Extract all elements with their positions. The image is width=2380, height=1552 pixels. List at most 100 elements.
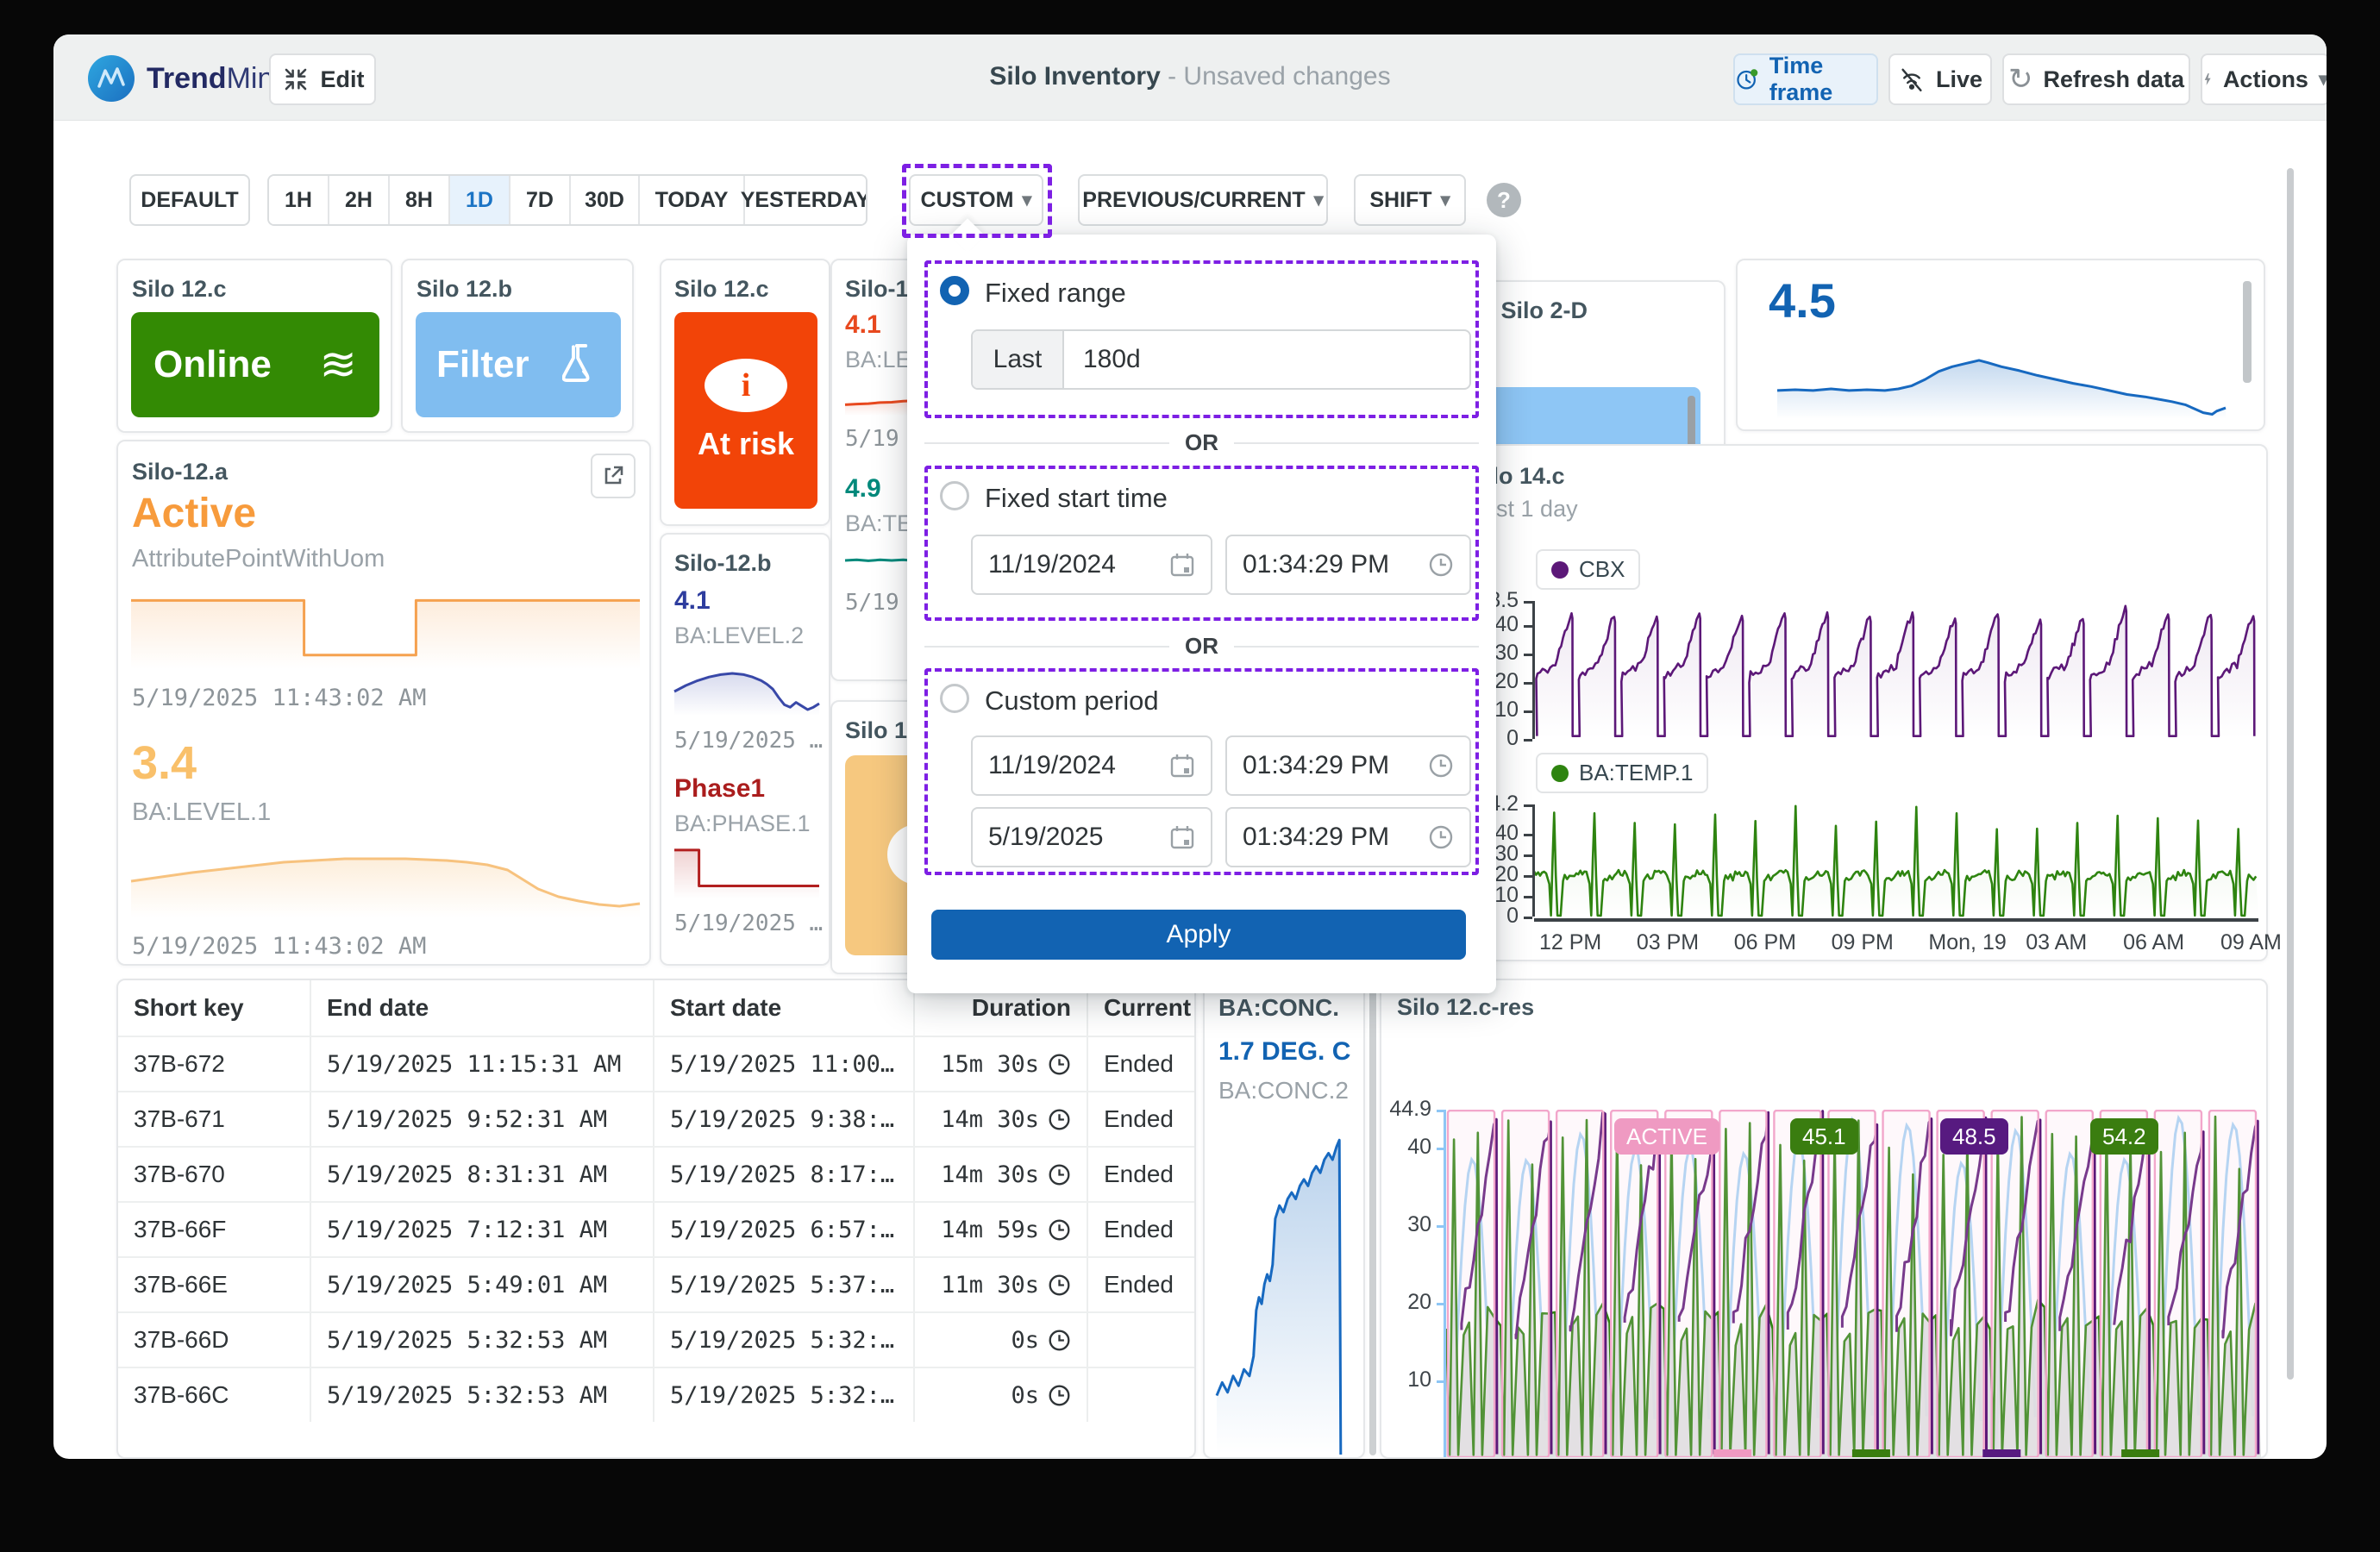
x-tick-label: Mon, 19: [1928, 930, 2006, 955]
tile-silo-12c-status[interactable]: Silo 12.c Online ≋: [116, 259, 392, 433]
fixed-range-input[interactable]: Last 180d: [971, 329, 1471, 390]
fixed-range-label: Fixed range: [985, 278, 1126, 309]
tile-ba-conc[interactable]: BA:CONC. 1.7 DEG. C BA:CONC.2: [1203, 979, 1365, 1459]
fixed-start-radio[interactable]: [940, 481, 969, 510]
status-filter-label: Filter: [436, 343, 529, 386]
previous-current-button[interactable]: PREVIOUS/CURRENT▾: [1078, 174, 1328, 226]
custom-period-radio[interactable]: [940, 684, 969, 713]
date-value: 11/19/2024: [988, 751, 1159, 780]
range-button-today[interactable]: TODAY: [640, 176, 745, 224]
table-row[interactable]: 37B-6715/19/2025 9:52:31 AM5/19/2025 9:3…: [118, 1091, 1194, 1146]
column-header-end-date[interactable]: End date: [310, 980, 653, 1036]
range-button-1h[interactable]: 1H: [269, 176, 329, 224]
page-scrollbar[interactable]: [2287, 168, 2294, 1380]
tile-silo-12c-risk[interactable]: Silo 12.c i At risk: [660, 259, 830, 526]
badge-label: 54.2: [2102, 1123, 2146, 1150]
badge-active[interactable]: ACTIVE: [1614, 1118, 1719, 1155]
phase-value: Phase1: [674, 774, 765, 804]
help-icon[interactable]: ?: [1487, 183, 1521, 217]
tile-silo-12c-res[interactable]: Silo 12.c-res ACTIVE 45.1 48.5 54.2 44.9…: [1380, 979, 2268, 1459]
shift-button[interactable]: SHIFT▾: [1354, 174, 1466, 226]
logo-icon: [88, 55, 135, 102]
table-row[interactable]: 37B-66C5/19/2025 5:32:53 AM5/19/2025 5:3…: [118, 1367, 1194, 1422]
cell-short-key: 37B-66D: [118, 1313, 310, 1367]
tile-silo-14c[interactable]: Silo 14.c Last 1 day CBX BA:TEMP.1 48.54…: [1419, 444, 2268, 961]
cell-end-date: 5/19/2025 5:32:53 AM: [310, 1368, 653, 1422]
legend-cbx[interactable]: CBX: [1536, 549, 1640, 590]
custom-range-button[interactable]: CUSTOM▾: [909, 174, 1043, 226]
fixed-range-radio[interactable]: [940, 276, 969, 305]
cell-current: [1087, 1313, 1194, 1367]
tile-title: BA:CONC.: [1218, 994, 1339, 1022]
y-tick-label: 30: [1381, 1212, 1431, 1237]
timeframe-button[interactable]: Time frame: [1733, 53, 1878, 105]
chart-res: [1445, 1110, 2261, 1458]
tile-title: Silo 12.c-res: [1397, 994, 1534, 1021]
range-button-8h[interactable]: 8H: [390, 176, 450, 224]
trendminer-logo: TrendMiner: [88, 55, 300, 102]
actions-label: Actions: [2223, 66, 2308, 93]
tile-silo-12b-filter[interactable]: Silo 12.b Filter: [401, 259, 634, 433]
range-button-30d[interactable]: 30D: [571, 176, 640, 224]
time-value: 01:34:29 PM: [1243, 823, 1418, 852]
chevron-down-icon: ▾: [2319, 68, 2327, 91]
refresh-data-button[interactable]: ↻ Refresh data: [2002, 53, 2190, 105]
y-tick-label: 40: [1381, 1135, 1431, 1160]
range-button-1d[interactable]: 1D: [450, 176, 510, 224]
fixed-start-time-input[interactable]: 01:34:29 PM: [1225, 535, 1471, 595]
table-row[interactable]: 37B-66E5/19/2025 5:49:01 AM5/19/2025 5:3…: [118, 1256, 1194, 1311]
fixed-start-label: Fixed start time: [985, 483, 1168, 514]
edit-button[interactable]: Edit: [269, 53, 376, 105]
badge-label: 48.5: [1952, 1123, 1996, 1150]
table-row[interactable]: 37B-66D5/19/2025 5:32:53 AM5/19/2025 5:3…: [118, 1311, 1194, 1367]
tile-silo-12b-values[interactable]: Silo-12.b 4.1 BA:LEVEL.2 5/19/2025 … Pha…: [660, 533, 830, 966]
calendar-icon: [1169, 552, 1195, 578]
badge-label: 45.1: [1802, 1123, 1846, 1150]
scrollbar[interactable]: [1369, 981, 1376, 1455]
collapse-icon: [281, 65, 310, 94]
custom-end-date-input[interactable]: 5/19/2025: [971, 807, 1212, 867]
tile-timestamp: 5/19: [845, 426, 899, 452]
y-tick-label: 10: [1381, 1367, 1431, 1392]
prevcur-label: PREVIOUS/CURRENT: [1082, 188, 1305, 213]
legend-batemp[interactable]: BA:TEMP.1: [1536, 753, 1708, 793]
live-button[interactable]: Live: [1888, 53, 1992, 105]
scrollbar[interactable]: [2243, 281, 2252, 383]
x-tick-label: 09 AM: [2220, 930, 2282, 955]
chevron-down-icon: ▾: [1022, 189, 1031, 211]
column-header-start-date[interactable]: Start date: [653, 980, 913, 1036]
status-filter-block: Filter: [416, 312, 621, 417]
open-external-button[interactable]: [591, 454, 636, 498]
column-header-short-key[interactable]: Short key: [118, 980, 310, 1036]
tile-45-trend[interactable]: 4.5: [1736, 259, 2265, 431]
logo-text-bold: Trend: [147, 62, 227, 95]
tile-silo-12a[interactable]: Silo-12.a Active AttributePointWithUom 5…: [116, 440, 651, 966]
fixed-start-date-input[interactable]: 11/19/2024: [971, 535, 1212, 595]
level-label: BA:LEVEL.1: [132, 798, 271, 827]
duration-value-input[interactable]: 180d: [1064, 331, 1469, 388]
apply-button[interactable]: Apply: [931, 910, 1466, 960]
range-button-2h[interactable]: 2H: [329, 176, 390, 224]
help-label: ?: [1497, 187, 1511, 214]
external-link-icon: [602, 465, 624, 487]
x-tick-label: 06 AM: [2123, 930, 2184, 955]
actions-button[interactable]: Actions ▾: [2201, 53, 2327, 105]
tile-timestamp: 5/19/2025 11:43:02 AM: [132, 685, 426, 711]
table-row[interactable]: 37B-6705/19/2025 8:31:31 AM5/19/2025 8:1…: [118, 1146, 1194, 1201]
badge-54-2[interactable]: 54.2: [2090, 1118, 2158, 1155]
default-label: DEFAULT: [141, 188, 238, 213]
badge-45-1[interactable]: 45.1: [1790, 1118, 1858, 1155]
custom-start-time-input[interactable]: 01:34:29 PM: [1225, 735, 1471, 796]
range-button-yesterday[interactable]: YESTERDAY: [745, 176, 866, 224]
table-row[interactable]: 37B-6725/19/2025 11:15:31 AM5/19/2025 11…: [118, 1036, 1194, 1091]
level-value: 3.4: [132, 736, 197, 790]
cell-current: Ended: [1087, 1148, 1194, 1201]
custom-end-time-input[interactable]: 01:34:29 PM: [1225, 807, 1471, 867]
badge-48-5[interactable]: 48.5: [1940, 1118, 2008, 1155]
range-button-7d[interactable]: 7D: [510, 176, 571, 224]
tile-value: 4.1: [845, 310, 881, 340]
table-row[interactable]: 37B-66F5/19/2025 7:12:31 AM5/19/2025 6:5…: [118, 1201, 1194, 1256]
default-range-button[interactable]: DEFAULT: [129, 174, 250, 226]
page-title: Silo Inventory - Unsaved changes: [989, 62, 1390, 91]
custom-start-date-input[interactable]: 11/19/2024: [971, 735, 1212, 796]
